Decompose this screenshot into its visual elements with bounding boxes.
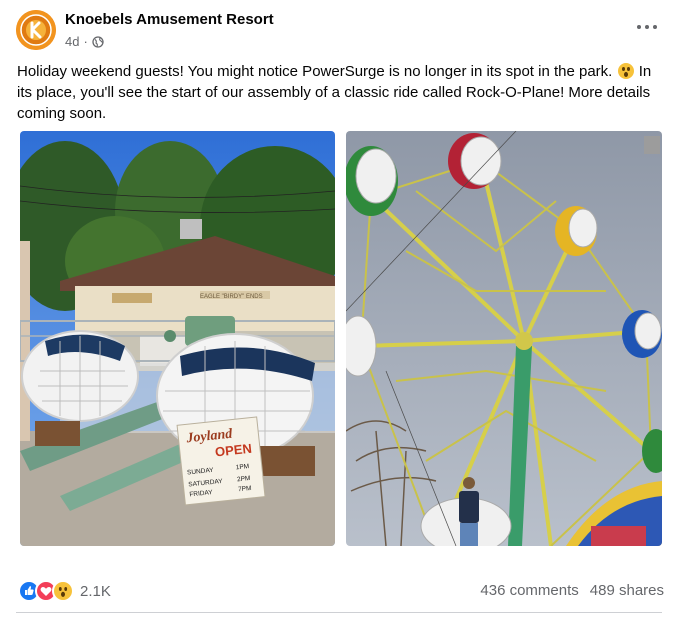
wow-icon [52,580,74,602]
meta-separator: · [83,34,88,49]
more-options-icon[interactable] [632,14,662,38]
photo-joyland-cars[interactable]: Joyland OPEN SUNDAY 1PM SATURDAY 2PM FRI… [20,131,335,546]
sign-time-1: 1PM [235,463,249,471]
building-sign: EAGLE "BIRDY" ENDS [200,294,263,300]
post-age[interactable]: 4d [65,34,79,49]
astonished-face-emoji [617,63,634,79]
engagement-counts: 436 comments 489 shares [480,582,664,599]
shares-count[interactable]: 489 shares [590,582,664,599]
reaction-count[interactable]: 2.1K [80,583,111,600]
action-divider [16,612,662,613]
post-header: Knoebels Amusement Resort 4d · [16,10,662,50]
sign-time-3: 7PM [238,485,252,493]
page-name[interactable]: Knoebels Amusement Resort [65,11,274,28]
reactions-summary[interactable]: 2.1K [18,580,111,602]
comments-count[interactable]: 436 comments [480,582,578,599]
photo-rock-o-plane[interactable] [346,131,662,546]
page-avatar[interactable] [16,10,56,50]
post-meta: 4d · [65,34,104,49]
post-text-part1: Holiday weekend guests! You might notice… [17,63,613,80]
post-text: Holiday weekend guests! You might notice… [17,61,667,124]
sign-time-2: 2PM [237,475,251,483]
globe-icon [92,35,104,48]
